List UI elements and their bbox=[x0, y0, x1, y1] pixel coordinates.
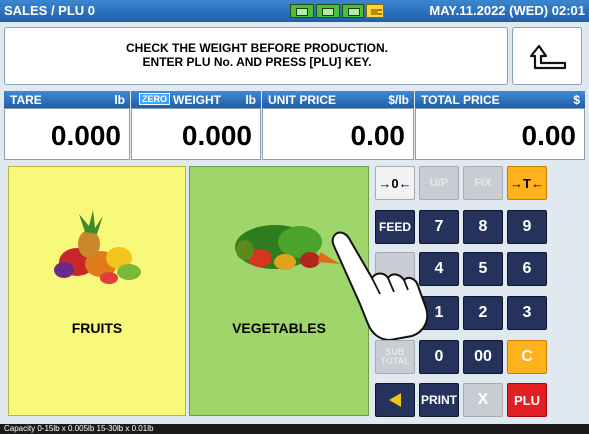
unit-price-unit: $/lb bbox=[388, 93, 409, 107]
subtotal-key[interactable]: SUB TOTAL bbox=[375, 340, 415, 374]
plu-key[interactable]: PLU bbox=[507, 383, 547, 417]
capacity-footer: Capacity 0-15lb x 0.005lb 15-30lb x 0.01… bbox=[0, 424, 589, 434]
power-plug-icon bbox=[366, 4, 384, 18]
status-bar: SALES / PLU 0 MAY.11.2022 (WED) 02:01 bbox=[0, 0, 589, 22]
message-line-2: ENTER PLU No. AND PRESS [PLU] KEY. bbox=[142, 55, 372, 69]
weight-field: 0.000 bbox=[131, 108, 261, 160]
unit-price-value: 0.00 bbox=[350, 120, 406, 151]
weight-unit: lb bbox=[245, 93, 256, 107]
screen-title: SALES / PLU 0 bbox=[4, 3, 96, 18]
key-0[interactable]: 0 bbox=[419, 340, 459, 374]
tare-header: TARE lb bbox=[4, 91, 130, 108]
fruits-icon bbox=[54, 210, 141, 284]
tare-label: TARE bbox=[10, 93, 42, 107]
key-00[interactable]: 00 bbox=[463, 340, 503, 374]
battery-indicator-icon bbox=[342, 4, 364, 18]
date-time: MAY.11.2022 (WED) 02:01 bbox=[429, 3, 585, 18]
pointing-hand-icon bbox=[331, 231, 429, 340]
zero-badge: ZERO bbox=[139, 93, 171, 105]
key-5[interactable]: 5 bbox=[463, 252, 503, 286]
network-indicator-icon bbox=[290, 4, 314, 18]
total-price-field: 0.00 bbox=[415, 108, 585, 160]
connection-indicator-icon bbox=[316, 4, 340, 18]
fix-key[interactable]: FIX bbox=[463, 166, 503, 200]
key-3[interactable]: 3 bbox=[507, 296, 547, 330]
key-8[interactable]: 8 bbox=[463, 210, 503, 244]
message-panel: CHECK THE WEIGHT BEFORE PRODUCTION. ENTE… bbox=[4, 27, 508, 85]
clear-key[interactable]: C bbox=[507, 340, 547, 374]
x-key[interactable]: X bbox=[463, 383, 503, 417]
key-6[interactable]: 6 bbox=[507, 252, 547, 286]
total-price-value: 0.00 bbox=[521, 120, 577, 151]
message-line-1: CHECK THE WEIGHT BEFORE PRODUCTION. bbox=[125, 41, 388, 55]
fruits-category-button[interactable]: FRUITS bbox=[8, 166, 186, 416]
back-arrow-key[interactable] bbox=[375, 383, 415, 417]
tare-field: 0.000 bbox=[4, 108, 130, 160]
tare-unit: lb bbox=[114, 93, 125, 107]
weight-label: WEIGHT bbox=[173, 93, 221, 107]
key-2[interactable]: 2 bbox=[463, 296, 503, 330]
weight-header: ZERO WEIGHT lb bbox=[131, 91, 261, 108]
back-button[interactable] bbox=[512, 27, 582, 85]
tare-value: 0.000 bbox=[50, 120, 121, 151]
print-key[interactable]: PRINT bbox=[419, 383, 459, 417]
weight-value: 0.000 bbox=[181, 120, 252, 151]
total-price-header: TOTAL PRICE $ bbox=[415, 91, 585, 108]
fruits-label: FRUITS bbox=[71, 320, 123, 336]
total-price-unit: $ bbox=[573, 93, 580, 107]
unit-price-header: UNIT PRICE $/lb bbox=[262, 91, 414, 108]
up-key[interactable]: U/P bbox=[419, 166, 459, 200]
return-arrow-icon bbox=[529, 44, 567, 70]
unit-price-field: 0.00 bbox=[262, 108, 414, 160]
tare-key[interactable]: →T← bbox=[507, 166, 547, 200]
key-9[interactable]: 9 bbox=[507, 210, 547, 244]
left-triangle-icon bbox=[389, 393, 401, 407]
total-price-label: TOTAL PRICE bbox=[421, 93, 500, 107]
unit-price-label: UNIT PRICE bbox=[268, 93, 337, 107]
zero-set-key[interactable]: →0← bbox=[375, 166, 415, 200]
